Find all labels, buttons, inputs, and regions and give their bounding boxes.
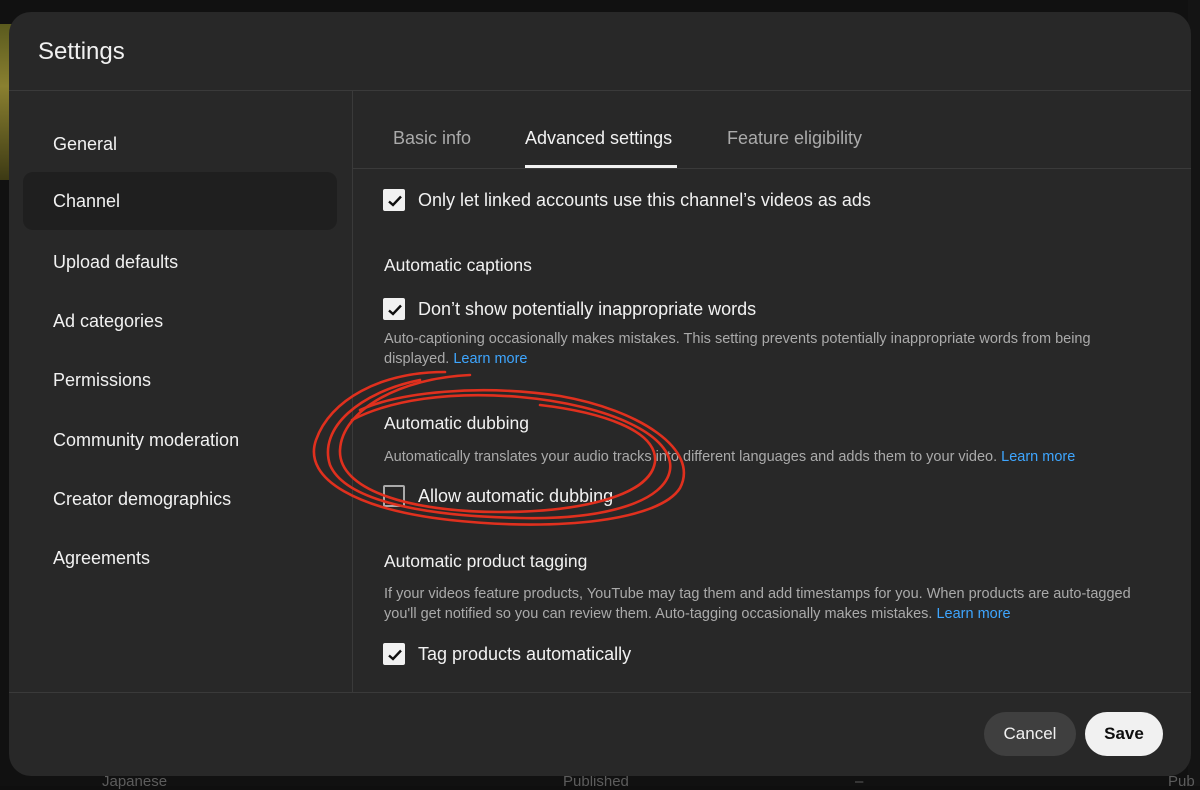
settings-dialog: Settings General Channel Upload defaults…: [9, 12, 1191, 776]
sidebar-item-label: Channel: [53, 191, 120, 212]
footer-divider: [9, 692, 1191, 693]
sidebar-item-agreements[interactable]: Agreements: [23, 529, 337, 587]
tag-products-label: Tag products automatically: [418, 644, 631, 665]
linked-accounts-ads-label: Only let linked accounts use this channe…: [418, 190, 871, 211]
tab-basic-info[interactable]: Basic info: [393, 128, 471, 149]
dubbing-learn-more-link[interactable]: Learn more: [1001, 449, 1075, 465]
advanced-settings-panel: Only let linked accounts use this channe…: [353, 169, 1191, 692]
sidebar-item-label: Upload defaults: [53, 252, 178, 273]
product-tagging-section-title: Automatic product tagging: [384, 551, 587, 572]
product-tagging-description-text: If your videos feature products, YouTube…: [384, 586, 1131, 622]
dialog-title: Settings: [38, 38, 125, 66]
sidebar-item-upload-defaults[interactable]: Upload defaults: [23, 233, 337, 291]
product-tagging-description: If your videos feature products, YouTube…: [384, 584, 1144, 624]
sidebar-item-ad-categories[interactable]: Ad categories: [23, 292, 337, 350]
product-tagging-learn-more-link[interactable]: Learn more: [936, 606, 1010, 622]
sidebar-item-community-moderation[interactable]: Community moderation: [23, 411, 337, 469]
tag-products-checkbox[interactable]: [383, 643, 405, 665]
checkmark-icon: [386, 192, 404, 210]
sidebar-item-label: Permissions: [53, 370, 151, 391]
sidebar-item-label: Community moderation: [53, 430, 239, 451]
save-button[interactable]: Save: [1085, 712, 1163, 756]
dubbing-description: Automatically translates your audio trac…: [384, 447, 1144, 467]
checkmark-icon: [386, 301, 404, 319]
settings-sidebar: General Channel Upload defaults Ad categ…: [9, 91, 353, 692]
inappropriate-words-checkbox[interactable]: [383, 298, 405, 320]
cancel-button[interactable]: Cancel: [984, 712, 1076, 756]
sidebar-item-label: General: [53, 134, 117, 155]
inappropriate-words-label: Don’t show potentially inappropriate wor…: [418, 299, 756, 320]
automatic-dubbing-label: Allow automatic dubbing: [418, 486, 613, 507]
tab-feature-eligibility[interactable]: Feature eligibility: [727, 128, 862, 149]
background-table-row: Japanese Published – Pub: [0, 776, 1200, 790]
sidebar-item-label: Agreements: [53, 548, 150, 569]
linked-accounts-ads-checkbox[interactable]: [383, 189, 405, 211]
captions-description: Auto-captioning occasionally makes mista…: [384, 329, 1144, 369]
dubbing-section-title: Automatic dubbing: [384, 413, 529, 434]
dubbing-description-text: Automatically translates your audio trac…: [384, 449, 997, 465]
checkmark-icon: [386, 646, 404, 664]
sidebar-item-general[interactable]: General: [23, 115, 337, 173]
automatic-dubbing-checkbox[interactable]: [383, 485, 405, 507]
sidebar-item-channel[interactable]: Channel: [23, 172, 337, 230]
sidebar-item-permissions[interactable]: Permissions: [23, 351, 337, 409]
captions-section-title: Automatic captions: [384, 255, 532, 276]
sidebar-item-creator-demographics[interactable]: Creator demographics: [23, 470, 337, 528]
sidebar-item-label: Creator demographics: [53, 489, 231, 510]
settings-tabs: Basic info Advanced settings Feature eli…: [353, 91, 1191, 169]
tab-advanced-settings[interactable]: Advanced settings: [525, 128, 672, 149]
sidebar-item-label: Ad categories: [53, 311, 163, 332]
captions-learn-more-link[interactable]: Learn more: [453, 351, 527, 367]
